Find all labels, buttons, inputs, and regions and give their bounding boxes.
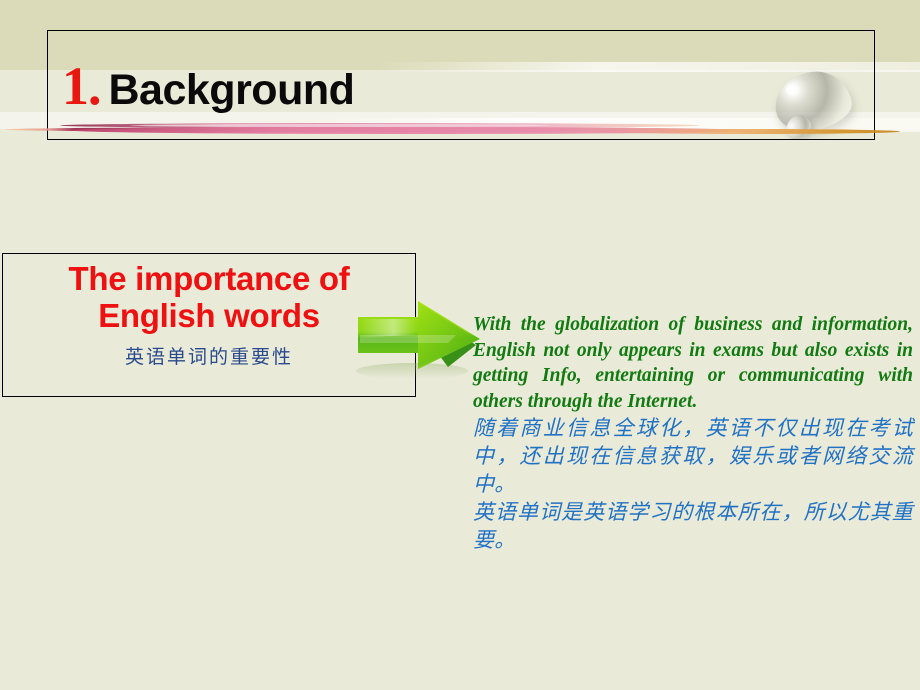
water-droplet-small-icon (781, 110, 815, 139)
slide-title: 1. Background (62, 56, 355, 116)
statement-english: The importance of English words (68, 260, 350, 335)
slide-title-label: Background (108, 66, 355, 114)
statement-box: The importance of English words 英语单词的重要性 (2, 253, 416, 397)
explanation-block: With the globalization of business and i… (473, 312, 913, 555)
explanation-english: With the globalization of business and i… (473, 314, 913, 413)
statement-chinese: 英语单词的重要性 (124, 346, 293, 368)
explanation-chinese-2: 英语单词是英语学习的根本所在，所以尤其重要。 (473, 499, 913, 552)
slide-canvas: 1. Background The importance of English w… (0, 0, 920, 690)
slide-number: 1. (62, 56, 101, 116)
water-droplet-large-icon (771, 66, 855, 136)
explanation-chinese-1: 随着商业信息全球化，英语不仅出现在考试中，还出现在信息获取，娱乐或者网络交流中。 (473, 415, 913, 496)
slide-title-box: 1. Background (47, 30, 875, 140)
